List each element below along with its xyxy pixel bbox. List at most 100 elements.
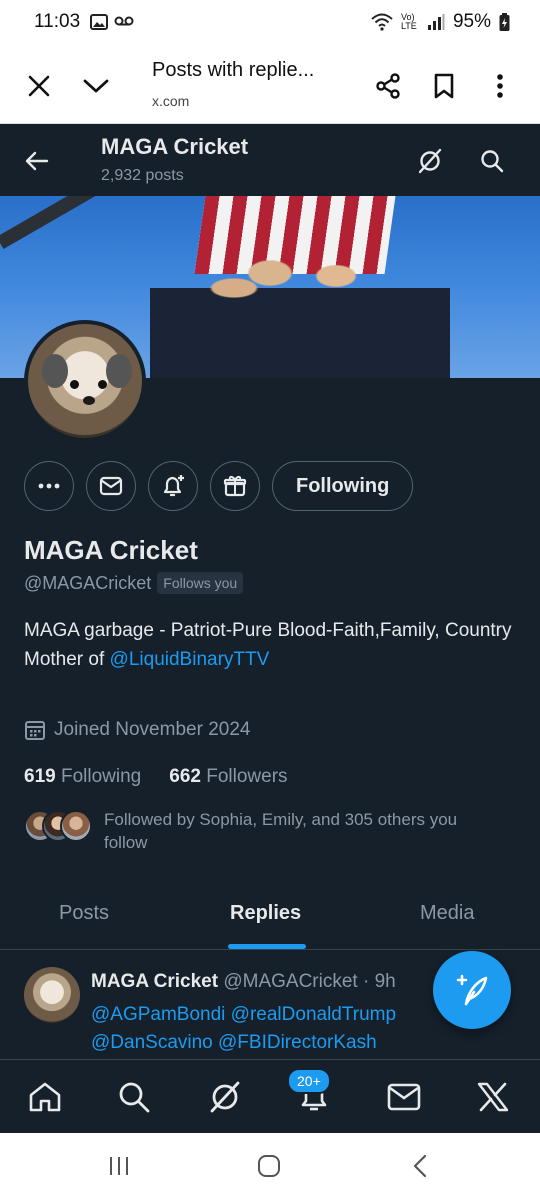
recent-apps-icon xyxy=(110,1157,128,1175)
grok-icon xyxy=(418,148,442,174)
wifi-icon xyxy=(371,13,393,31)
header-name: MAGA Cricket xyxy=(101,134,249,159)
home-icon xyxy=(29,1082,61,1112)
search-button[interactable] xyxy=(475,144,509,178)
search-icon xyxy=(481,150,504,173)
following-stat[interactable]: 619 Following xyxy=(24,766,141,788)
more-button[interactable] xyxy=(24,461,74,511)
browser-tab-bar: Posts with replie... x.com xyxy=(0,46,540,124)
nav-x-premium[interactable] xyxy=(473,1077,513,1117)
follow-stats: 619 Following 662 Followers xyxy=(24,766,288,788)
profile-actions: Following xyxy=(24,461,414,511)
signal-icon xyxy=(427,14,445,30)
bell-plus-icon xyxy=(163,475,184,497)
compose-post-button[interactable] xyxy=(433,951,511,1029)
nav-home[interactable] xyxy=(25,1077,65,1117)
recent-apps-button[interactable] xyxy=(104,1151,134,1181)
nav-messages[interactable] xyxy=(384,1077,424,1117)
nav-search[interactable] xyxy=(114,1077,154,1117)
followers-stat[interactable]: 662 Followers xyxy=(169,766,287,788)
home-circle-icon xyxy=(258,1155,280,1177)
tab-posts[interactable]: Posts xyxy=(59,902,109,925)
joined-text: Joined November 2024 xyxy=(54,719,251,740)
followed-by-avatars xyxy=(24,810,92,844)
joined-date: Joined November 2024 xyxy=(24,719,250,741)
status-right: Vo) LTE 95% xyxy=(371,11,510,33)
post-header: MAGA Cricket @MAGACricket · 9h xyxy=(91,971,396,993)
profile-bio: MAGA garbage - Patriot-Pure Blood-Faith,… xyxy=(24,616,514,674)
gallery-icon xyxy=(90,14,108,30)
bookmark-button[interactable] xyxy=(426,68,462,104)
notifications-badge: 20+ xyxy=(287,1068,331,1094)
share-icon xyxy=(376,73,400,99)
gift-icon xyxy=(223,475,247,497)
handle-row: @MAGACricket Follows you xyxy=(24,572,244,594)
bio-line-2: Mother of @LiquidBinaryTTV xyxy=(24,645,514,674)
compose-feather-icon xyxy=(456,974,488,1006)
arrow-left-icon xyxy=(25,151,49,171)
home-button[interactable] xyxy=(254,1151,284,1181)
back-system-button[interactable] xyxy=(405,1151,435,1181)
post-author-name[interactable]: MAGA Cricket xyxy=(91,971,218,992)
profile-avatar[interactable] xyxy=(24,320,146,442)
system-navigation-bar xyxy=(0,1133,540,1200)
x-logo-icon xyxy=(477,1082,509,1112)
header-post-count: 2,932 posts xyxy=(101,167,184,184)
notify-button[interactable] xyxy=(148,461,198,511)
status-bar: 11:03 Vo) LTE 95% xyxy=(0,0,540,46)
battery-charging-icon xyxy=(499,13,510,31)
minimize-tab-button[interactable] xyxy=(78,68,114,104)
following-count: 619 xyxy=(24,766,56,787)
grok-button[interactable] xyxy=(413,144,447,178)
page-url[interactable]: x.com xyxy=(152,93,189,109)
page-title[interactable]: Posts with replie... xyxy=(152,59,314,82)
post-mentions-line-2[interactable]: @DanScavino @FBIDirectorKash xyxy=(91,1029,511,1057)
bottom-navigation: 20+ xyxy=(0,1059,540,1133)
banner-people-graphic xyxy=(150,228,450,378)
display-name: MAGA Cricket xyxy=(24,535,198,565)
voicemail-icon xyxy=(114,16,134,26)
bio-mention-link[interactable]: @LiquidBinaryTTV xyxy=(110,649,270,670)
followed-by[interactable]: Followed by Sophia, Emily, and 305 other… xyxy=(24,808,504,854)
more-vert-icon xyxy=(497,74,503,98)
avatar[interactable] xyxy=(24,967,80,1023)
following-button[interactable]: Following xyxy=(272,461,414,511)
tab-media[interactable]: Media xyxy=(420,902,474,925)
browser-menu-button[interactable] xyxy=(482,68,518,104)
avatar xyxy=(60,810,92,842)
profile-handle: @MAGACricket xyxy=(24,572,152,593)
message-button[interactable] xyxy=(86,461,136,511)
mail-icon xyxy=(387,1083,421,1111)
status-notification-icons xyxy=(90,14,134,30)
profile-header: MAGA Cricket 2,932 posts xyxy=(0,124,540,196)
chevron-left-icon xyxy=(413,1154,427,1178)
more-horizontal-icon xyxy=(38,483,60,489)
close-tab-button[interactable] xyxy=(21,68,57,104)
network-label: Vo) LTE xyxy=(400,12,417,31)
following-label: Following xyxy=(60,766,142,787)
bio-line-1: MAGA garbage - Patriot-Pure Blood-Faith,… xyxy=(24,620,512,641)
grok-icon xyxy=(210,1081,240,1113)
followers-count: 662 xyxy=(169,766,201,787)
calendar-icon xyxy=(25,721,45,740)
follows-you-badge: Follows you xyxy=(157,572,244,594)
share-button[interactable] xyxy=(370,68,406,104)
followers-label: Followers xyxy=(206,766,288,787)
close-icon xyxy=(28,75,50,97)
gift-button[interactable] xyxy=(210,461,260,511)
mail-icon xyxy=(99,476,123,496)
bookmark-icon xyxy=(434,73,454,99)
tab-replies[interactable]: Replies xyxy=(230,902,301,925)
profile-tabs: Posts Replies Media xyxy=(0,880,540,950)
active-tab-indicator xyxy=(228,944,306,949)
nav-grok[interactable] xyxy=(205,1077,245,1117)
back-button[interactable] xyxy=(20,144,54,178)
search-icon xyxy=(119,1082,150,1113)
chevron-down-icon xyxy=(83,79,109,93)
banner-equipment-graphic xyxy=(0,196,108,250)
bio-line-2-text: Mother of xyxy=(24,649,110,670)
status-time: 11:03 xyxy=(34,11,81,32)
followed-by-text: Followed by Sophia, Emily, and 305 other… xyxy=(104,810,458,852)
post-author-handle[interactable]: @MAGACricket xyxy=(223,971,357,992)
battery-percent: 95% xyxy=(452,11,491,32)
